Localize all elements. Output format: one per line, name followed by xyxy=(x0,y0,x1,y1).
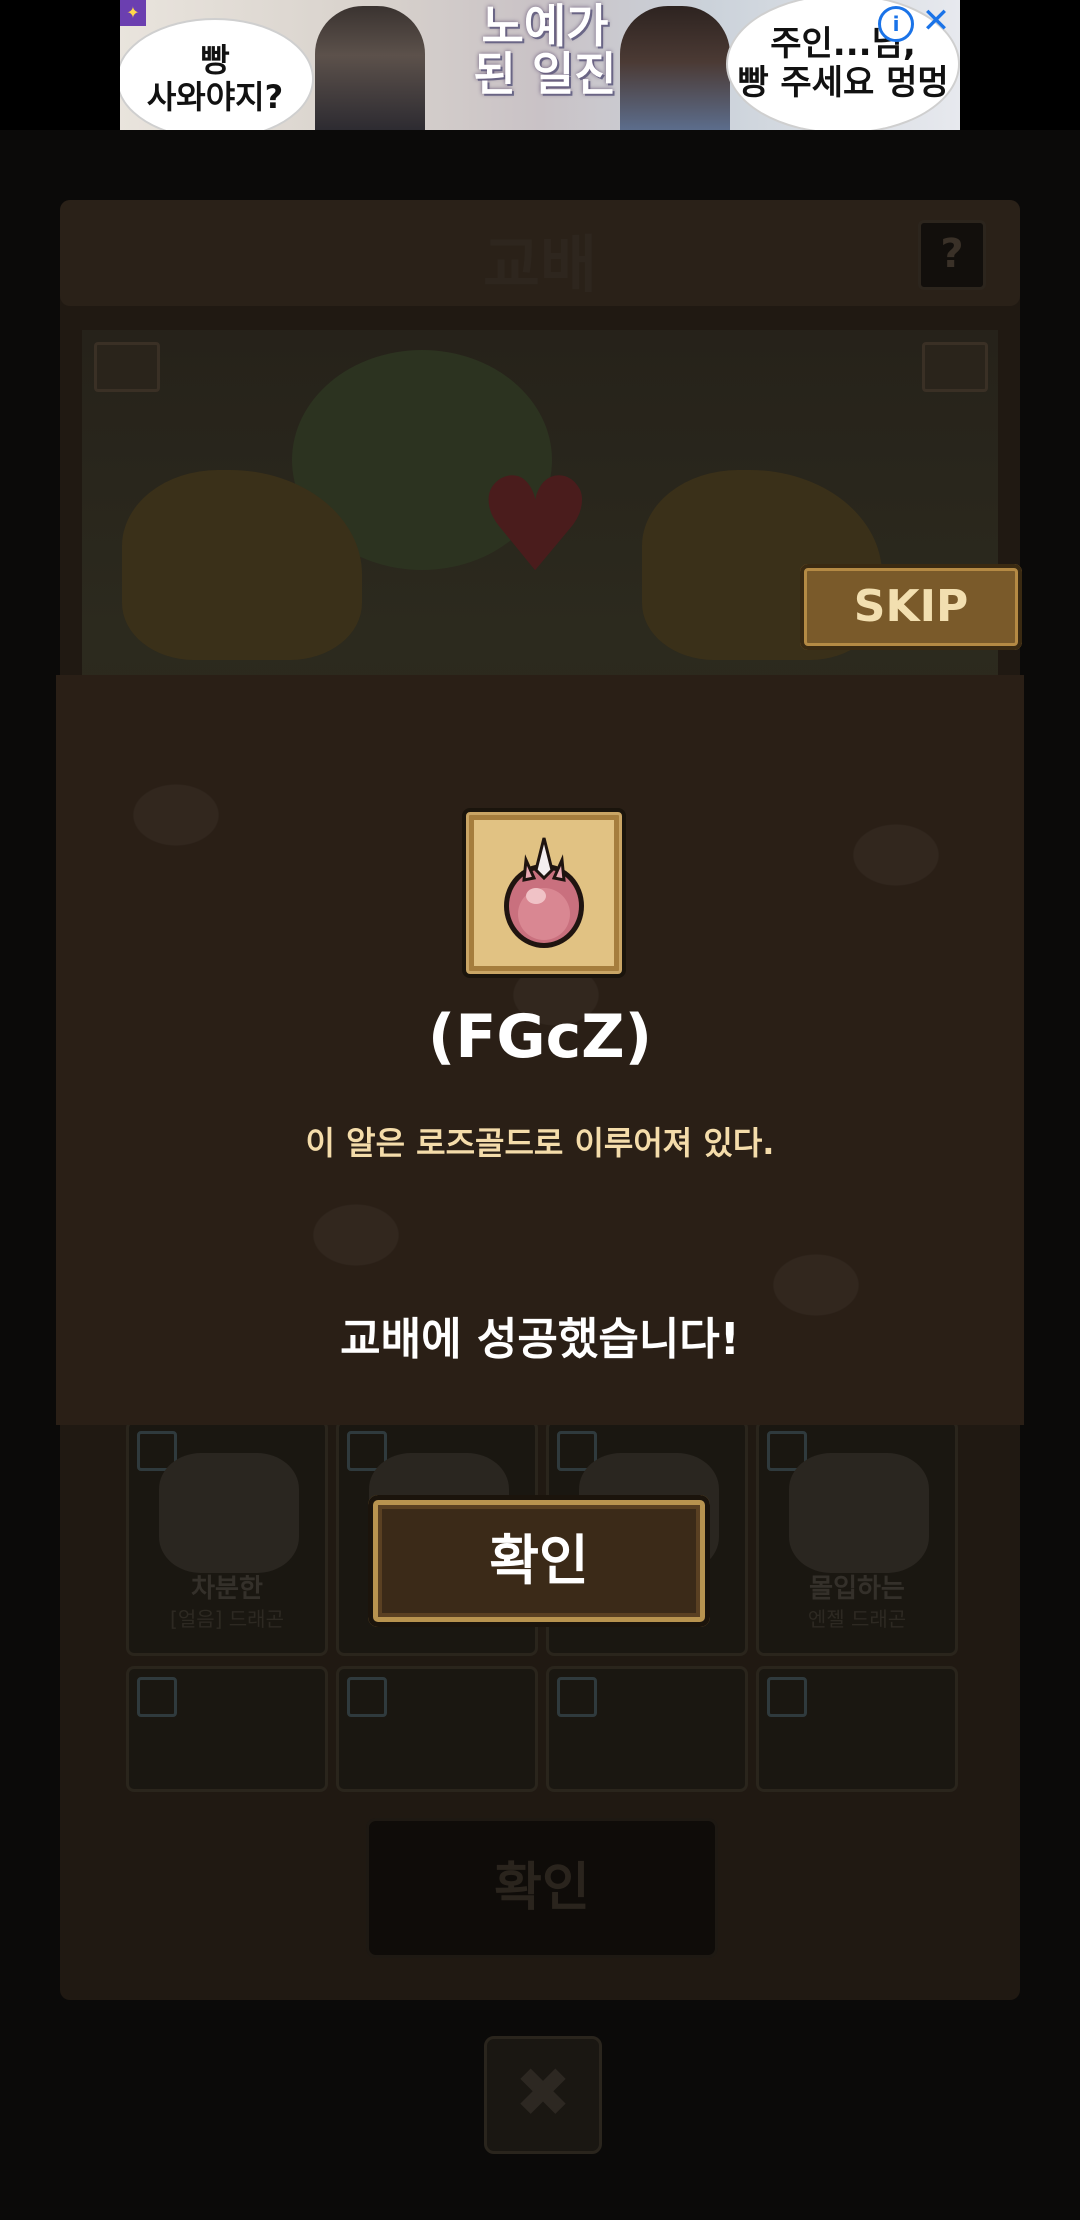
dragon-card[interactable]: 몰입하는 엔젤 드래곤 xyxy=(756,1420,958,1656)
result-message: 교배에 성공했습니다! xyxy=(340,1314,740,1365)
close-icon[interactable]: ✕ xyxy=(918,2,954,40)
dragon-card[interactable] xyxy=(126,1666,328,1792)
ad-left-bubble: 빵 사와야지? xyxy=(120,18,314,130)
ad-left-bubble-text: 빵 사와야지? xyxy=(146,41,284,116)
item-frame xyxy=(462,808,626,978)
dragon-card-name: 몰입하는 xyxy=(809,1574,905,1604)
book-icon[interactable] xyxy=(94,342,160,392)
dragon-card[interactable] xyxy=(546,1666,748,1792)
egg-icon xyxy=(504,837,584,948)
dragon-card[interactable] xyxy=(336,1666,538,1792)
background-confirm-button: 확인 xyxy=(366,1818,718,1958)
instagram-icon xyxy=(347,1677,387,1717)
ad-character-left xyxy=(315,6,425,130)
ad-right-bubble-text: 주인...님, 빵 주세요 멍멍 xyxy=(737,23,949,103)
ad-character-right xyxy=(620,6,730,130)
heart-icon: ♥ xyxy=(477,449,594,601)
help-button[interactable]: ? xyxy=(918,220,986,290)
dragon-card[interactable]: 차분한 [얼음] 드래곤 xyxy=(126,1420,328,1656)
instagram-icon xyxy=(137,1677,177,1717)
ad-banner[interactable]: ✦ 빵 사와야지? 노예가 된 일진 주인...님, 빵 주세요 멍멍 i ✕ xyxy=(120,0,960,130)
item-description: 이 알은 로즈골드로 이루어져 있다. xyxy=(305,1124,775,1162)
skip-button[interactable]: SKIP xyxy=(800,564,1022,650)
instagram-icon xyxy=(767,1677,807,1717)
close-button[interactable]: ✖ xyxy=(484,2036,602,2154)
ad-logo-icon: ✦ xyxy=(120,0,146,26)
item-name: (FGcZ) xyxy=(427,1002,653,1072)
book-icon-right[interactable] xyxy=(922,342,988,392)
dragon-card-type: [얼음] 드래곤 xyxy=(170,1607,284,1631)
info-icon[interactable]: i xyxy=(878,6,914,42)
confirm-button[interactable]: 확인 xyxy=(368,1495,710,1627)
dragon-card[interactable] xyxy=(756,1666,958,1792)
dragon-card-type: 엔젤 드래곤 xyxy=(807,1607,907,1631)
ad-banner-bar: ✦ 빵 사와야지? 노예가 된 일진 주인...님, 빵 주세요 멍멍 i ✕ xyxy=(0,0,1080,130)
instagram-icon xyxy=(557,1677,597,1717)
dragon-card-art xyxy=(789,1453,929,1573)
dragon-card-name: 차분한 xyxy=(191,1574,263,1604)
dragon-card-art xyxy=(159,1453,299,1573)
ad-headline: 노예가 된 일진 xyxy=(473,0,617,102)
